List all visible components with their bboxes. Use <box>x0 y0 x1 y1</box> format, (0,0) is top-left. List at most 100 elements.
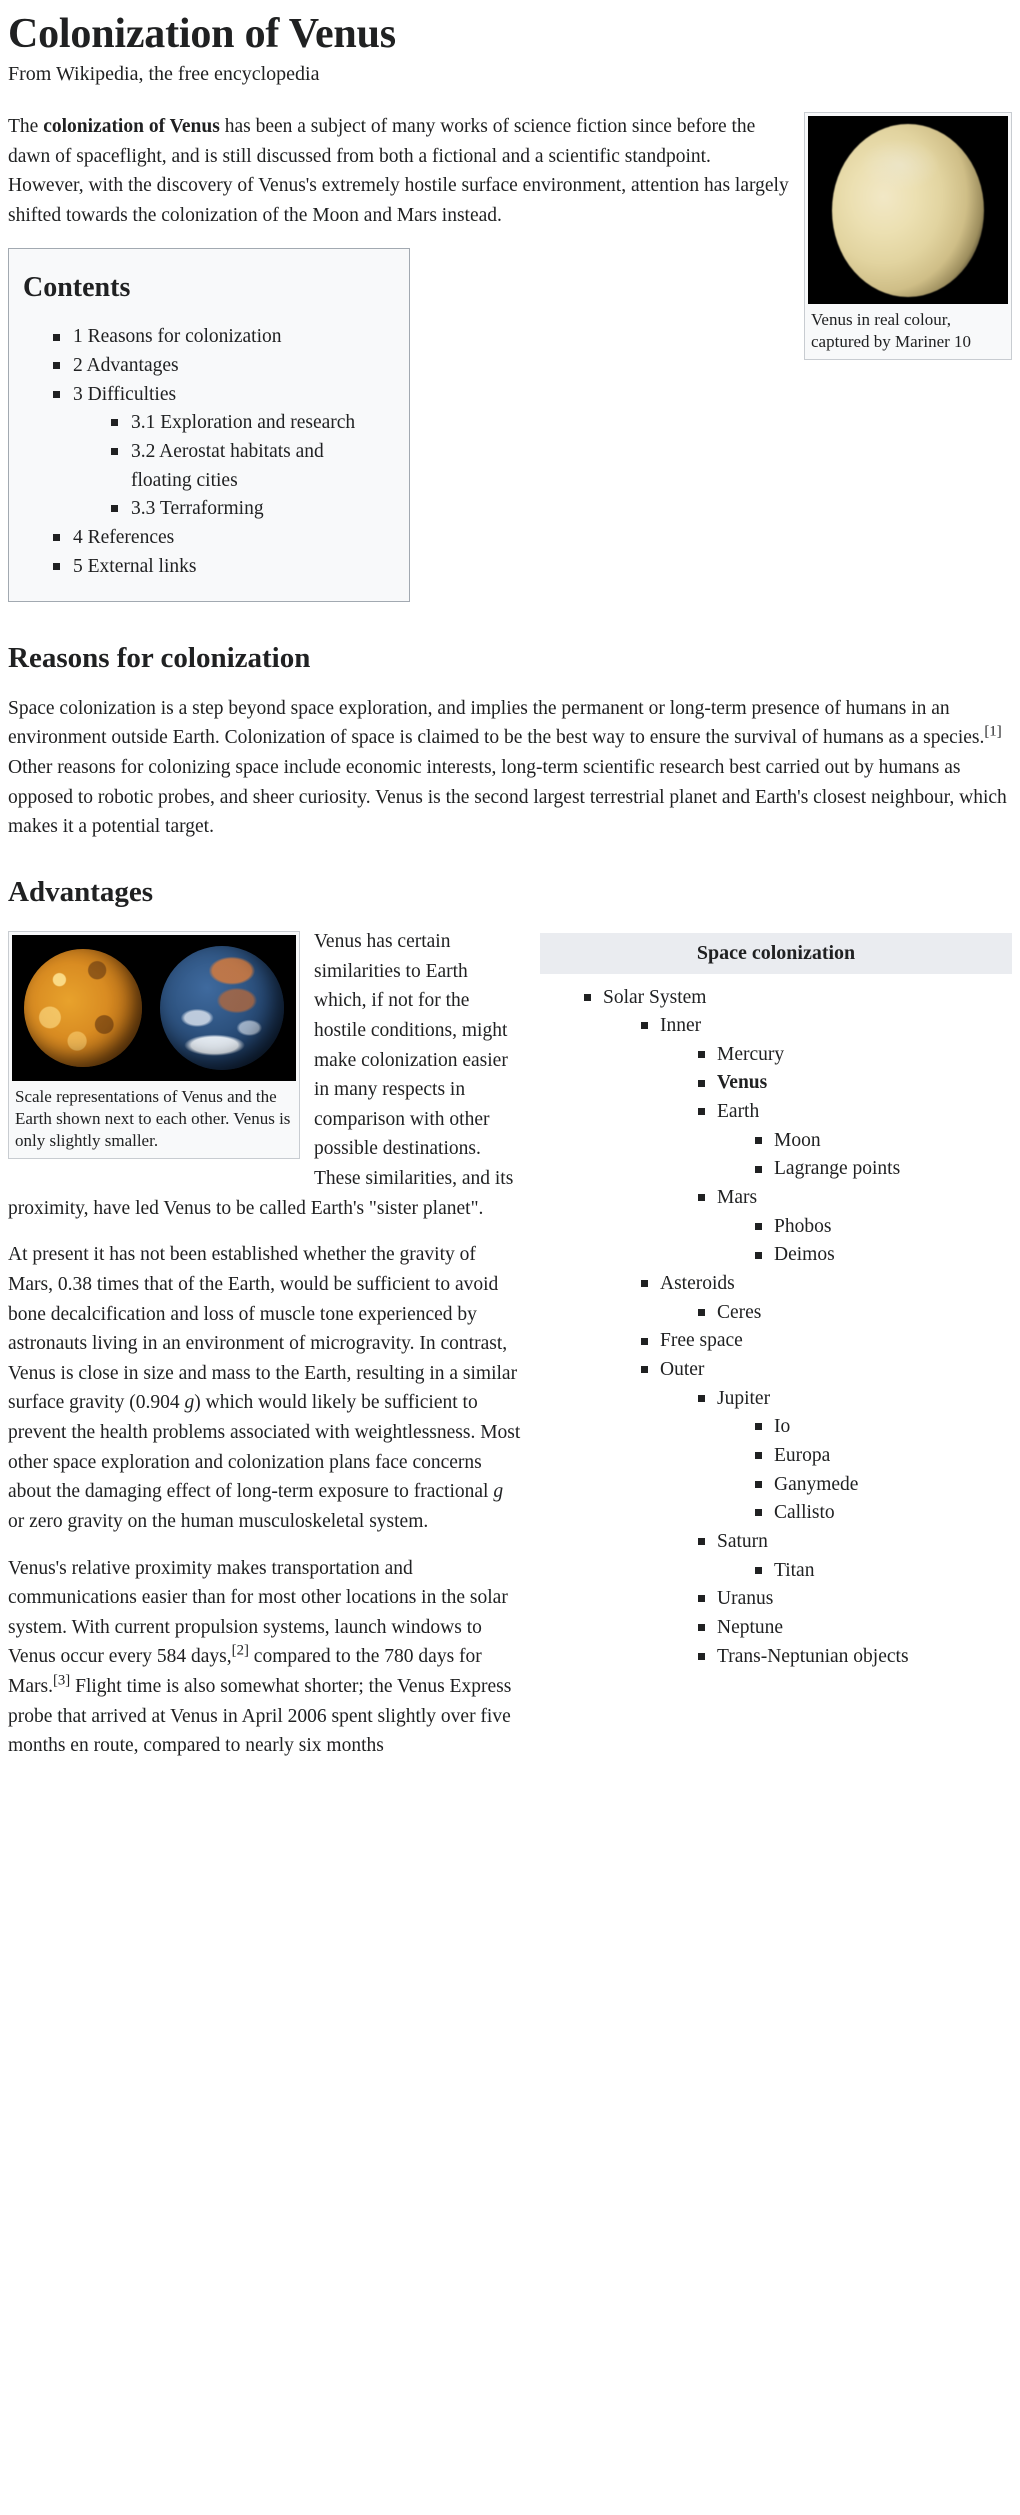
navbox-item-label-current: Venus <box>717 1072 768 1094</box>
navbox-item-ceres[interactable]: Ceres <box>698 1299 1012 1328</box>
navbox-item-mars[interactable]: Mars Phobos Deimos <box>698 1184 1012 1270</box>
reference-marker-1[interactable]: [1] <box>984 724 1001 740</box>
navbox-item-venus[interactable]: Venus <box>698 1069 1012 1098</box>
navbox-item-moon[interactable]: Moon <box>755 1127 1012 1156</box>
venus-earth-scale-image <box>12 935 296 1082</box>
toc-subitem[interactable]: 3.1 Exploration and research <box>111 409 383 438</box>
square-bullet-icon <box>53 562 60 570</box>
navbox-item-neptune[interactable]: Neptune <box>698 1614 1012 1643</box>
gravity-symbol-italic: g <box>493 1481 504 1503</box>
square-bullet-icon <box>755 1222 762 1230</box>
toc-item[interactable]: 5 External links <box>53 553 383 582</box>
reference-marker-2[interactable]: [2] <box>232 1643 249 1659</box>
advantages-paragraph-2: At present it has not been established w… <box>8 1240 524 1536</box>
navbox-item-solar-system[interactable]: Solar System Inner Mercury Venus Earth M… <box>584 984 1012 1672</box>
venus-earth-scale-thumbnail[interactable]: Scale representations of Venus and the E… <box>8 931 300 1160</box>
toc-sublist: 3.1 Exploration and research 3.2 Aerosta… <box>73 409 383 524</box>
square-bullet-icon <box>755 1251 762 1259</box>
navbox-item-jupiter[interactable]: Jupiter Io Europa Ganymede Callisto <box>698 1385 1012 1528</box>
navbox-sublist: Inner Mercury Venus Earth Moon Lagrange … <box>603 1012 1012 1671</box>
navbox-sublist: Io Europa Ganymede Callisto <box>717 1413 1012 1528</box>
toc-item-label: 5 External links <box>73 555 197 577</box>
toc-subitem-label: 3.2 Aerostat habitats and floating citie… <box>131 441 324 491</box>
toc-heading: Contents <box>23 271 131 303</box>
venus-real-colour-caption: Venus in real colour, captured by Marine… <box>811 310 972 352</box>
square-bullet-icon <box>53 362 60 370</box>
navbox-item-free-space[interactable]: Free space <box>641 1327 1012 1356</box>
toc-item-label: 3 Difficulties <box>73 383 177 405</box>
navbox-item-label: Free space <box>660 1330 743 1352</box>
navbox-item-europa[interactable]: Europa <box>755 1442 1012 1471</box>
square-bullet-icon <box>698 1394 705 1402</box>
square-bullet-icon <box>641 1337 648 1345</box>
navbox-title: Space colonization <box>540 933 1012 974</box>
navbox-item-label: Outer <box>660 1359 705 1381</box>
navbox-sublist: Phobos Deimos <box>717 1213 1012 1270</box>
navbox-item-label: Solar System <box>603 986 707 1008</box>
lead-section: Venus in real colour, captured by Marine… <box>8 112 1012 608</box>
navbox-item-inner[interactable]: Inner Mercury Venus Earth Moon Lagrange … <box>641 1012 1012 1270</box>
square-bullet-icon <box>755 1452 762 1460</box>
navbox-item-label: Callisto <box>774 1502 835 1524</box>
article-page: Colonization of Venus From Wikipedia, th… <box>0 0 1020 1778</box>
square-bullet-icon <box>53 534 60 542</box>
navbox-item-trans-neptunian-objects[interactable]: Trans-Neptunian objects <box>698 1643 1012 1672</box>
venus-real-colour-thumbnail[interactable]: Venus in real colour, captured by Marine… <box>804 112 1012 361</box>
navbox-list: Solar System Inner Mercury Venus Earth M… <box>540 984 1012 1672</box>
section-heading-reasons: Reasons for colonization <box>8 642 311 675</box>
advantages-text-f: Flight time is also somewhat shorter; th… <box>8 1676 512 1757</box>
advantages-body: Scale representations of Venus and the E… <box>8 927 524 1778</box>
navbox-body: Solar System Inner Mercury Venus Earth M… <box>540 974 1012 1678</box>
reference-marker-3[interactable]: [3] <box>53 1673 70 1689</box>
navbox-item-label: Saturn <box>717 1530 768 1552</box>
navbox-item-label: Jupiter <box>717 1387 771 1409</box>
navbox-item-phobos[interactable]: Phobos <box>755 1213 1012 1242</box>
earth-disc-shape <box>160 946 284 1071</box>
navbox-item-earth[interactable]: Earth Moon Lagrange points <box>698 1098 1012 1184</box>
toc-item-label: 2 Advantages <box>73 355 179 377</box>
square-bullet-icon <box>755 1480 762 1488</box>
toc-item[interactable]: 2 Advantages <box>53 352 383 381</box>
navbox-item-label: Mars <box>717 1187 758 1209</box>
toc-item-label: 1 Reasons for colonization <box>73 326 282 348</box>
navbox-sublist: Jupiter Io Europa Ganymede Callisto Satu… <box>660 1385 1012 1672</box>
square-bullet-icon <box>698 1108 705 1116</box>
square-bullet-icon <box>584 993 591 1001</box>
navbox-item-callisto[interactable]: Callisto <box>755 1499 1012 1528</box>
navbox-item-label: Moon <box>774 1129 821 1151</box>
toc-item[interactable]: 1 Reasons for colonization <box>53 323 383 352</box>
square-bullet-icon <box>641 1366 648 1374</box>
navbox-item-lagrange-points[interactable]: Lagrange points <box>755 1155 1012 1184</box>
navbox-sublist: Moon Lagrange points <box>717 1127 1012 1184</box>
navbox-item-label: Trans-Neptunian objects <box>717 1645 909 1667</box>
navbox-item-asteroids[interactable]: Asteroids Ceres <box>641 1270 1012 1327</box>
square-bullet-icon <box>755 1566 762 1574</box>
venus-radar-disc-shape <box>24 949 142 1068</box>
navbox-item-label: Mercury <box>717 1043 785 1065</box>
navbox-item-saturn[interactable]: Saturn Titan <box>698 1528 1012 1585</box>
venus-earth-scale-caption: Scale representations of Venus and the E… <box>15 1087 291 1151</box>
toc-subitem[interactable]: 3.2 Aerostat habitats and floating citie… <box>111 438 383 495</box>
navbox-item-label: Europa <box>774 1445 831 1466</box>
navbox-item-mercury[interactable]: Mercury <box>698 1041 1012 1070</box>
navbox-item-label: Phobos <box>774 1215 832 1237</box>
navbox-item-ganymede[interactable]: Ganymede <box>755 1471 1012 1500</box>
toc-item[interactable]: 3 Difficulties 3.1 Exploration and resea… <box>53 381 383 524</box>
navbox-item-deimos[interactable]: Deimos <box>755 1241 1012 1270</box>
toc-list: 1 Reasons for colonization 2 Advantages … <box>23 323 383 581</box>
navbox-item-io[interactable]: Io <box>755 1413 1012 1442</box>
square-bullet-icon <box>53 333 60 341</box>
square-bullet-icon <box>111 448 118 456</box>
navbox-item-uranus[interactable]: Uranus <box>698 1585 1012 1614</box>
square-bullet-icon <box>698 1194 705 1202</box>
navbox-item-outer[interactable]: Outer Jupiter Io Europa Ganymede Callist… <box>641 1356 1012 1671</box>
toc-item[interactable]: 4 References <box>53 524 383 553</box>
square-bullet-icon <box>53 390 60 398</box>
navbox-item-titan[interactable]: Titan <box>755 1557 1012 1586</box>
square-bullet-icon <box>111 505 118 513</box>
navbox-sublist: Ceres <box>660 1299 1012 1328</box>
square-bullet-icon <box>641 1022 648 1030</box>
square-bullet-icon <box>755 1423 762 1431</box>
square-bullet-icon <box>111 419 118 427</box>
toc-subitem[interactable]: 3.3 Terraforming <box>111 495 383 524</box>
